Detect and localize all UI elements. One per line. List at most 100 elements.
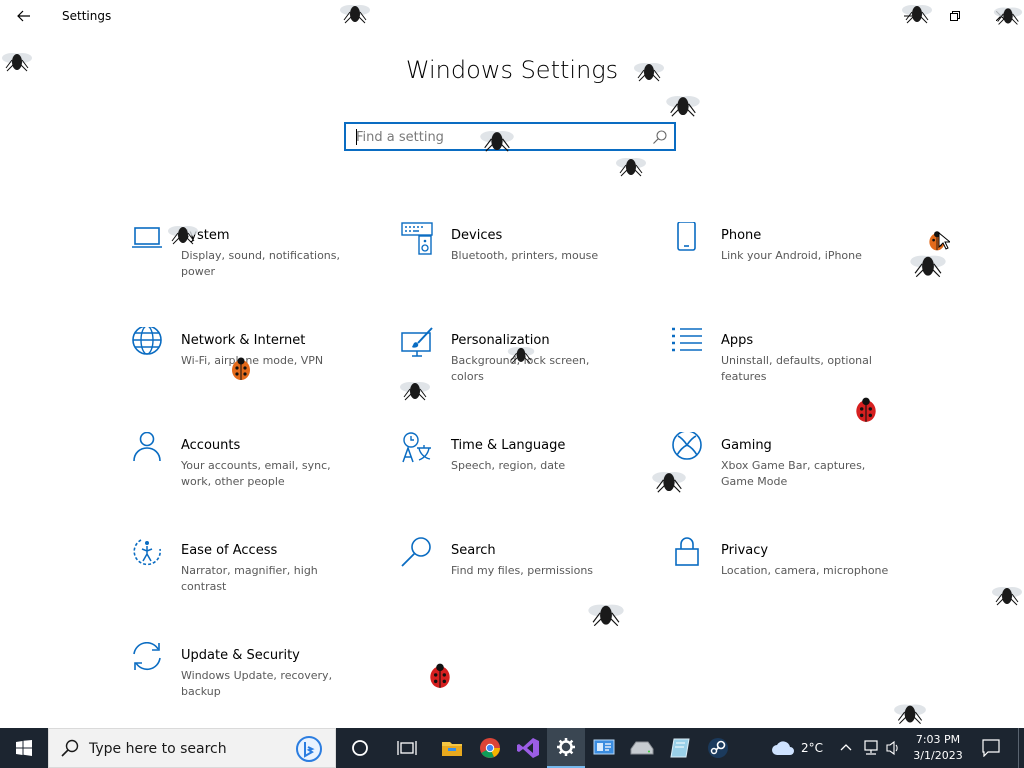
cortana-icon: [352, 740, 368, 756]
ladybug-icon: [232, 357, 250, 380]
drive-button[interactable]: [623, 728, 661, 768]
fly-icon: [634, 63, 664, 82]
fly-icon: [993, 7, 1023, 25]
steam-icon: [708, 738, 728, 758]
restore-button[interactable]: [932, 0, 978, 32]
person-icon: [133, 432, 161, 462]
lock-icon: [675, 537, 699, 566]
system-clock[interactable]: 7:03 PM 3/1/2023: [906, 732, 970, 764]
category-name: Devices: [451, 228, 503, 243]
ladybug-icon: [430, 663, 450, 688]
category-description: Your accounts, email, sync, work, other …: [181, 459, 331, 488]
category-description: Speech, region, date: [451, 459, 566, 472]
visual-studio-button[interactable]: [509, 728, 547, 768]
fly-icon: [168, 226, 198, 245]
control-panel-icon: [593, 739, 615, 755]
taskbar: Type here to search 2°C 7:03 PM 3/1/2023: [0, 728, 1024, 768]
app-title: Settings: [62, 9, 112, 23]
category-description: Wi-Fi, airplane mode, VPN: [181, 354, 324, 367]
settings-gear-icon: [557, 738, 575, 756]
fly-icon: [652, 472, 686, 493]
category-description: Bluetooth, printers, mouse: [451, 249, 599, 262]
category-devices[interactable]: Devices Bluetooth, printers, mouse: [401, 222, 641, 302]
category-description: Link your Android, iPhone: [721, 249, 862, 262]
task-view-icon: [397, 741, 417, 755]
fly-icon: [400, 382, 430, 401]
apps-list-icon: [672, 327, 702, 352]
category-time-language[interactable]: Time & Language Speech, region, date: [401, 432, 641, 512]
category-apps[interactable]: Apps Uninstall, defaults, optional featu…: [671, 327, 911, 407]
fly-icon: [588, 604, 624, 627]
notification-icon[interactable]: [982, 739, 1000, 757]
file-explorer-icon: [442, 742, 462, 756]
file-explorer-button[interactable]: [433, 728, 471, 768]
category-name: Search: [451, 543, 496, 558]
back-button[interactable]: [8, 2, 40, 30]
fly-icon: [2, 53, 32, 72]
mouse-pointer-icon: [938, 232, 950, 250]
category-description: Narrator, magnifier, high contrast: [181, 564, 318, 593]
category-description: Windows Update, recovery, backup: [181, 669, 333, 698]
category-name: Privacy: [721, 543, 769, 558]
category-gaming[interactable]: Gaming Xbox Game Bar, captures, Game Mod…: [671, 432, 911, 512]
globe-icon: [132, 327, 162, 355]
drive-icon: [630, 741, 654, 755]
weather-temperature[interactable]: 2°C: [801, 741, 823, 755]
control-panel-button[interactable]: [585, 728, 623, 768]
ladybug-icon: [856, 397, 876, 422]
search-icon: [61, 739, 79, 757]
tablet-app-button[interactable]: [661, 728, 699, 768]
category-name: Network & Internet: [181, 333, 306, 348]
xbox-icon: [672, 432, 702, 460]
chevron-up-icon[interactable]: [840, 742, 852, 752]
page-title: Windows Settings: [405, 56, 619, 84]
taskbar-search-box[interactable]: Type here to search: [48, 728, 336, 768]
category-name: Accounts: [181, 438, 241, 453]
taskbar-search-placeholder: Type here to search: [89, 741, 227, 757]
title-bar: Settings: [0, 0, 1024, 32]
volume-icon[interactable]: [886, 740, 902, 756]
search-icon[interactable]: [652, 129, 668, 145]
windows-logo-icon: [16, 740, 32, 756]
category-update-security[interactable]: Update & Security Windows Update, recove…: [131, 642, 371, 722]
cloud-icon[interactable]: [770, 739, 796, 757]
fly-icon: [340, 5, 370, 24]
category-phone[interactable]: Phone Link your Android, iPhone: [671, 222, 911, 302]
show-desktop-button[interactable]: [1018, 728, 1024, 768]
chrome-button[interactable]: [471, 728, 509, 768]
fly-icon: [666, 96, 700, 117]
cortana-button[interactable]: [341, 728, 379, 768]
category-accounts[interactable]: Accounts Your accounts, email, sync, wor…: [131, 432, 371, 512]
restore-icon: [950, 11, 960, 21]
text-caret: [356, 129, 357, 145]
category-description: Xbox Game Bar, captures, Game Mode: [721, 459, 866, 488]
category-name: Update & Security: [181, 648, 300, 663]
devices-icon: [401, 222, 433, 255]
settings-button[interactable]: [547, 728, 585, 768]
tablet-app-icon: [670, 738, 690, 758]
phone-icon: [677, 222, 696, 251]
category-name: Phone: [721, 228, 762, 243]
task-view-button[interactable]: [388, 728, 426, 768]
category-description: Display, sound, notifications, power: [181, 249, 341, 278]
category-description: Location, camera, microphone: [721, 564, 889, 577]
category-privacy[interactable]: Privacy Location, camera, microphone: [671, 537, 911, 617]
magnifier-icon: [401, 537, 431, 567]
visual-studio-icon: [517, 738, 539, 758]
network-icon[interactable]: [862, 740, 880, 756]
bing-icon[interactable]: [295, 736, 323, 762]
sync-icon: [133, 642, 161, 671]
start-button[interactable]: [0, 728, 48, 768]
steam-button[interactable]: [699, 728, 737, 768]
category-description: Uninstall, defaults, optional features: [721, 354, 872, 383]
fly-icon: [992, 587, 1022, 606]
fly-icon: [910, 255, 946, 278]
category-ease-of-access[interactable]: Ease of Access Narrator, magnifier, high…: [131, 537, 371, 617]
fly-icon: [894, 704, 926, 724]
fly-icon: [507, 346, 535, 364]
time-language-icon: [402, 432, 431, 463]
ease-of-access-icon: [133, 539, 162, 566]
fly-icon: [616, 158, 646, 177]
clock-date: 3/1/2023: [913, 749, 963, 762]
chrome-icon: [480, 738, 500, 758]
